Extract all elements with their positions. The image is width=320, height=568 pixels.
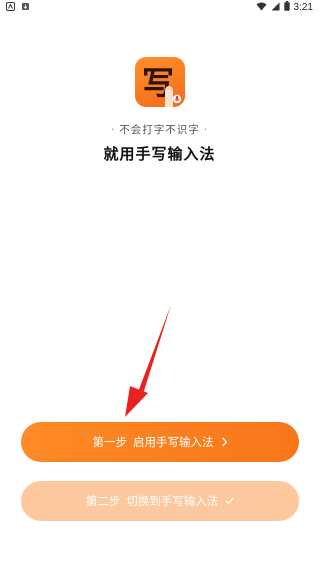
screen: 3:21 写 · 不会打字不识字 · 就用手写输入法 第一步 启用手写输入法 第二步… (0, 0, 319, 568)
switch-handwriting-button[interactable]: 第二步 切换到手写输入法 (21, 481, 299, 521)
enable-handwriting-label: 启用手写输入法 (133, 435, 214, 449)
step-two-label: 第二步 (85, 494, 121, 508)
chevron-right-icon (221, 437, 228, 447)
checkmark-icon (225, 497, 234, 505)
switch-handwriting-label: 切换到手写输入法 (126, 494, 219, 508)
bottom-nav-area (0, 550, 319, 568)
step-one-label: 第一步 (92, 435, 128, 449)
enable-handwriting-button[interactable]: 第一步 启用手写输入法 (21, 422, 299, 462)
